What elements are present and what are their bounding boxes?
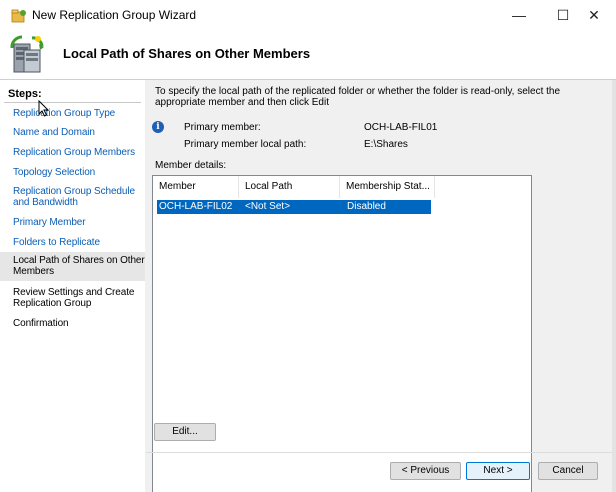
next-button[interactable]: Next >: [466, 462, 530, 480]
cell-membership-status: Disabled: [347, 201, 386, 212]
window-title: New Replication Group Wizard: [32, 8, 197, 22]
cell-member: OCH-LAB-FIL02: [159, 201, 233, 212]
step-schedule-and-bandwidth[interactable]: Replication Group Schedule and Bandwidth: [13, 186, 141, 208]
steps-heading: Steps:: [8, 88, 42, 100]
column-header-member[interactable]: Member: [153, 176, 239, 198]
replication-wizard-app-icon: [11, 9, 26, 23]
step-folders-to-replicate[interactable]: Folders to Replicate: [13, 237, 141, 248]
wizard-header: Local Path of Shares on Other Members: [0, 31, 616, 80]
primary-member-value: OCH-LAB-FIL01: [364, 122, 438, 133]
step-primary-member[interactable]: Primary Member: [13, 217, 141, 228]
column-header-membership-status[interactable]: Membership Stat...: [340, 176, 435, 198]
step-name-and-domain[interactable]: Name and Domain: [13, 127, 141, 138]
cell-local-path: <Not Set>: [245, 201, 291, 212]
previous-button[interactable]: < Previous: [390, 462, 461, 480]
column-header-local-path[interactable]: Local Path: [239, 176, 340, 198]
step-review-settings: Review Settings and Create Replication G…: [13, 287, 135, 309]
mouse-pointer-icon: [38, 100, 49, 117]
step-confirmation: Confirmation: [13, 318, 69, 329]
steps-divider: [4, 102, 141, 103]
minimize-button[interactable]: —: [497, 0, 541, 31]
page-title: Local Path of Shares on Other Members: [63, 46, 311, 61]
cancel-button[interactable]: Cancel: [538, 462, 598, 480]
instruction-text: To specify the local path of the replica…: [155, 86, 561, 108]
member-details-label: Member details:: [155, 160, 227, 171]
step-replication-group-members[interactable]: Replication Group Members: [13, 147, 141, 158]
primary-path-value: E:\Shares: [364, 139, 408, 150]
primary-path-label: Primary member local path:: [184, 139, 307, 150]
step-local-path-current: Local Path of Shares on Other Members: [0, 252, 145, 281]
close-button[interactable]: ✕: [572, 0, 616, 31]
member-details-list[interactable]: Member Local Path Membership Stat... OCH…: [152, 175, 532, 492]
step-topology-selection[interactable]: Topology Selection: [13, 167, 141, 178]
table-row[interactable]: OCH-LAB-FIL02 <Not Set> Disabled: [157, 200, 431, 214]
main-content: To specify the local path of the replica…: [146, 80, 616, 492]
steps-panel: Steps: Replication Group Type Name and D…: [0, 80, 145, 492]
info-icon: i: [152, 121, 164, 133]
list-header: Member Local Path Membership Stat...: [153, 176, 435, 198]
replication-server-icon: [10, 35, 44, 73]
title-bar: New Replication Group Wizard — ☐ ✕: [0, 0, 616, 32]
wizard-window: New Replication Group Wizard — ☐ ✕ Local…: [0, 0, 616, 492]
footer-divider: [146, 452, 616, 453]
primary-member-label: Primary member:: [184, 122, 261, 133]
edit-button[interactable]: Edit...: [154, 423, 216, 441]
window-right-edge: [612, 80, 616, 492]
step-replication-group-type[interactable]: Replication Group Type: [13, 108, 141, 119]
